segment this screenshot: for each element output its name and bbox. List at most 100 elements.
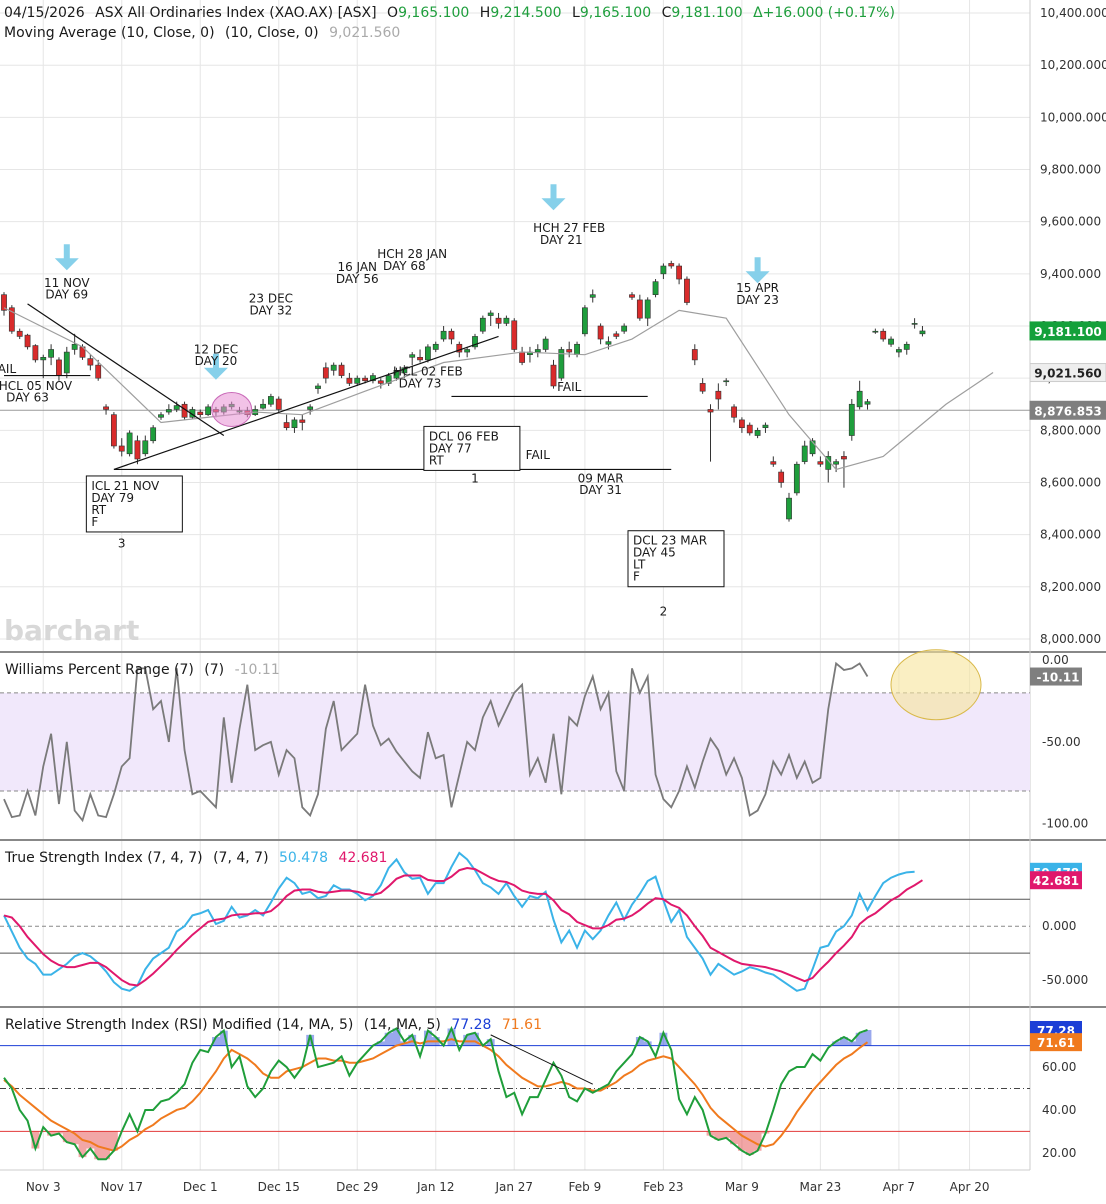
time-axis-tick: Feb 9: [569, 1180, 602, 1194]
candle-up: [589, 294, 596, 298]
header-change: Δ+16.000 (+0.17%): [753, 5, 895, 21]
rsi-value-tag-text: 71.61: [1037, 1036, 1075, 1050]
candle-down: [346, 377, 353, 384]
candle-up: [479, 317, 486, 332]
candle-down: [511, 320, 518, 350]
time-axis-tick: Jan 12: [416, 1180, 455, 1194]
candle-down: [770, 461, 777, 465]
candle-down: [103, 406, 109, 410]
down-arrow-icon: [54, 244, 79, 271]
time-axis-tick: Mar 23: [800, 1180, 842, 1194]
candle-up: [267, 396, 274, 405]
chart-canvas: 8,000.000 8,200.000 8,400.000 8,600.000 8,80…: [0, 0, 1106, 1194]
candle-down: [275, 398, 282, 410]
annotation-box-line: F: [91, 515, 98, 529]
candle-up: [205, 406, 211, 415]
time-axis-tick: Dec 1: [183, 1180, 218, 1194]
candle-down: [715, 390, 722, 400]
candle-up: [723, 380, 730, 383]
annotation-box-line: F: [633, 570, 640, 584]
wpr-axis-tick: -100.00: [1042, 817, 1088, 831]
header-low-label: L: [572, 5, 580, 21]
candle-down: [417, 356, 423, 361]
chart-annotation: FAIL: [557, 380, 582, 394]
candle-down: [16, 330, 23, 337]
candle-down: [629, 294, 635, 298]
candle-up: [158, 414, 164, 418]
wpr-title-label: Williams Percent Range (7): [5, 662, 194, 678]
header-high-label: H: [480, 5, 491, 21]
candle-down: [448, 330, 455, 340]
annotation-box-line: RT: [429, 453, 444, 467]
header-open: 9,165.100: [398, 5, 469, 21]
rsi-title-value-1: 77.28: [451, 1017, 491, 1033]
candle-down: [495, 317, 502, 324]
candle-down: [24, 334, 31, 348]
ma-legend: Moving Average (10, Close, 0) (10, Close…: [4, 25, 400, 41]
wpr-value-tag-text: -10.11: [1037, 671, 1080, 685]
time-axis-tick: Mar 9: [725, 1180, 759, 1194]
candle-up: [793, 463, 800, 494]
price-axis-tick: 9,800.000: [1040, 163, 1101, 177]
candle-up: [872, 330, 879, 333]
candle-down: [56, 359, 62, 376]
candle-down: [377, 380, 384, 384]
rsi-title: Relative Strength Index (RSI) Modified (…: [5, 1017, 542, 1033]
ma-legend-params: (10, Close, 0): [225, 25, 319, 41]
time-axis-tick: Apr 20: [950, 1180, 990, 1194]
candle-up: [503, 317, 510, 324]
chart-annotation: DAY 23: [736, 293, 779, 307]
candle-down: [738, 419, 745, 429]
candle-down: [597, 325, 604, 340]
header-open-label: O: [387, 5, 398, 21]
down-arrow-icon: [745, 257, 770, 284]
header-close-label: C: [662, 5, 672, 21]
rsi-oversold-fill: [31, 1131, 770, 1160]
chart-annotation: DAY 73: [399, 376, 442, 390]
candle-up: [903, 343, 910, 350]
tsi-title: True Strength Index (7, 4, 7) (7, 4, 7) …: [4, 850, 387, 866]
candle-up: [40, 356, 47, 361]
candle-up: [605, 341, 612, 345]
candle-down: [691, 349, 698, 361]
candle-down: [613, 333, 620, 337]
price-axis-tick: 8,200.000: [1040, 580, 1101, 594]
candle-up: [581, 307, 588, 335]
time-axis-tick: Dec 15: [258, 1180, 300, 1194]
chart-annotation: DAY 20: [195, 354, 238, 368]
wpr-highlight-circle: [890, 649, 982, 721]
price-axis-tick: 8,600.000: [1040, 475, 1101, 489]
candle-up: [911, 323, 918, 325]
candle-up: [762, 424, 769, 429]
candle-down: [118, 445, 125, 452]
candle-down: [699, 383, 706, 392]
candle-down: [338, 364, 345, 376]
candle-down: [668, 263, 675, 267]
chart-annotation: DAY 56: [336, 272, 379, 286]
candle-up: [150, 427, 157, 442]
grid-layer: [0, 0, 1030, 1170]
candle-down: [731, 406, 737, 418]
candle-up: [307, 406, 314, 410]
price-axis-tick: 8,800.000: [1040, 423, 1101, 437]
time-axis-tick: Feb 23: [643, 1180, 683, 1194]
candle-up: [660, 265, 667, 275]
candle-down: [880, 330, 887, 340]
tsi-value-tag-text: 42.681: [1033, 874, 1079, 888]
chart-annotation: FAIL: [0, 362, 16, 376]
candle-up: [888, 338, 894, 345]
price-axis-tick: 10,200.000: [1040, 58, 1106, 72]
chart-annotation: FAIL: [526, 448, 551, 462]
price-axis-tick: 9,600.000: [1040, 215, 1101, 229]
candle-up: [621, 325, 628, 332]
candle-up: [330, 364, 337, 371]
header-symbol: ASX All Ordinaries Index (XAO.AX) [ASX]: [95, 5, 376, 21]
candle-down: [197, 411, 204, 415]
rsi-axis-tick: 40.00: [1042, 1103, 1076, 1117]
candle-up: [63, 351, 70, 374]
candle-up: [409, 354, 416, 358]
candle-up: [487, 312, 494, 316]
candle-up: [432, 343, 439, 350]
rsi-axis-tick: 60.00: [1042, 1060, 1076, 1074]
candle-down: [636, 299, 643, 319]
